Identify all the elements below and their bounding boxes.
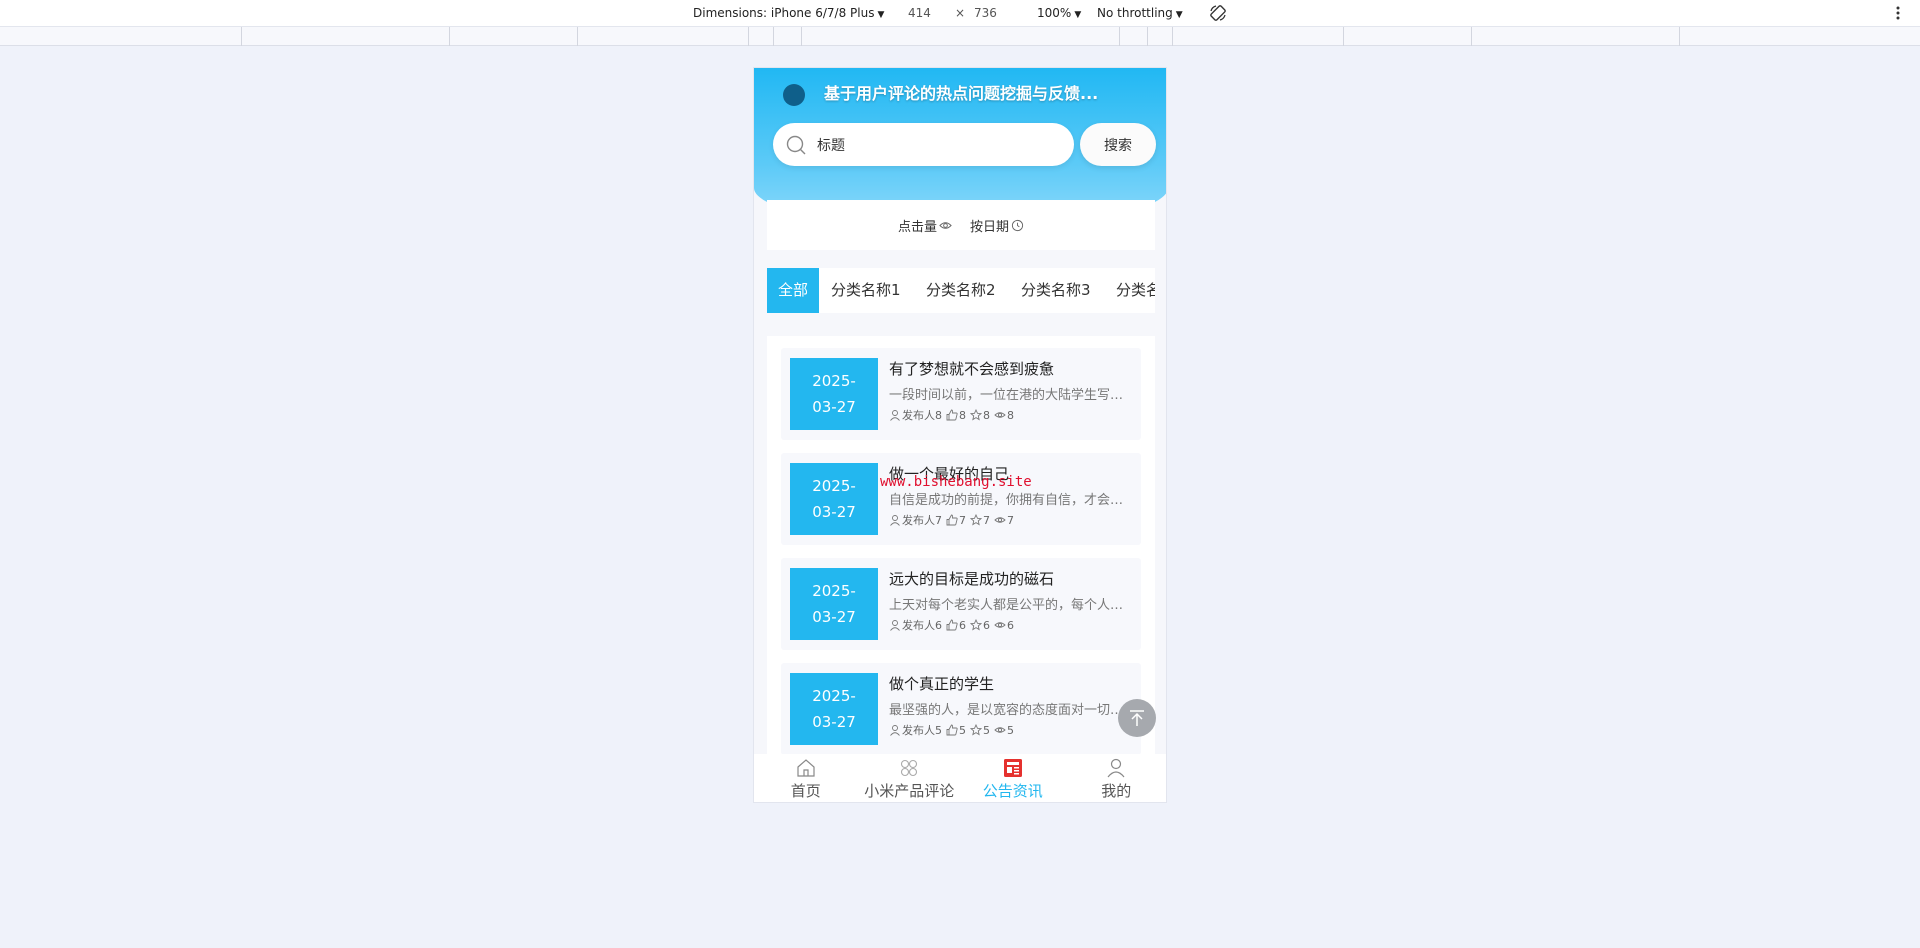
category-tab-1[interactable]: 分类名称1 bbox=[820, 268, 912, 313]
star-icon bbox=[970, 409, 982, 421]
ruler-tick bbox=[1343, 27, 1344, 46]
star-icon bbox=[970, 514, 982, 526]
throttling-select[interactable]: No throttling ▼ bbox=[1097, 6, 1183, 20]
news-meta: 发布人5 5 5 5 bbox=[889, 722, 1014, 738]
eye-icon bbox=[994, 727, 1006, 733]
news-meta: 发布人6 6 6 6 bbox=[889, 617, 1014, 633]
back-to-top-button[interactable] bbox=[1118, 699, 1156, 737]
times-sign: × bbox=[955, 6, 966, 20]
ruler-tick bbox=[748, 27, 749, 46]
eye-icon bbox=[939, 221, 952, 229]
sort-bar: 点击量 按日期 bbox=[767, 200, 1155, 250]
ruler-tick bbox=[801, 27, 802, 46]
page-title: 基于用户评论的热点问题挖掘与反馈... bbox=[824, 84, 1099, 103]
search-button[interactable]: 搜索 bbox=[1080, 123, 1156, 166]
chevron-down-icon: ▼ bbox=[1175, 10, 1183, 20]
bottom-tab-bar: 首页 小米产品评论 公告资讯 我的 bbox=[754, 754, 1167, 802]
star-icon bbox=[970, 724, 982, 736]
watermark-text: www.bishebang.site bbox=[880, 474, 1032, 490]
news-summary: 自信是成功的前提，你拥有自信，才会有成功 bbox=[889, 493, 1129, 508]
ruler-tick bbox=[1147, 27, 1148, 46]
news-card[interactable]: 2025- 03-27 做个真正的学生 最坚强的人，是以宽容的态度面对一切的人 … bbox=[781, 663, 1141, 755]
news-title: 远大的目标是成功的磁石 bbox=[889, 570, 1055, 588]
eye-icon bbox=[994, 622, 1006, 628]
ruler-tick bbox=[241, 27, 242, 46]
tab-home[interactable]: 首页 bbox=[754, 754, 858, 802]
news-date: 2025- 03-27 bbox=[790, 358, 878, 430]
category-tab-all[interactable]: 全部 bbox=[767, 268, 820, 313]
chevron-down-icon: ▼ bbox=[877, 10, 885, 20]
thumbs-up-icon bbox=[946, 514, 958, 526]
sort-by-clicks[interactable]: 点击量 bbox=[898, 216, 952, 235]
ruler-tick bbox=[449, 27, 450, 46]
news-title: 有了梦想就不会感到疲惫 bbox=[889, 360, 1055, 378]
more-options-icon[interactable] bbox=[1893, 3, 1903, 23]
news-date: 2025- 03-27 bbox=[790, 568, 878, 640]
ruler-tick bbox=[1172, 27, 1173, 46]
news-summary: 一段时间以前，一位在港的大陆学生写给我一封信 bbox=[889, 388, 1129, 403]
category-tab-3[interactable]: 分类名称3 bbox=[1010, 268, 1102, 313]
news-summary: 上天对每个老实人都是公平的，每个人都有机会 bbox=[889, 598, 1129, 613]
thumbs-up-icon bbox=[946, 724, 958, 736]
news-card[interactable]: 2025- 03-27 远大的目标是成功的磁石 上天对每个老实人都是公平的，每个… bbox=[781, 558, 1141, 650]
user-icon bbox=[890, 725, 900, 736]
news-meta: 发布人8 8 8 8 bbox=[889, 407, 1014, 423]
devtools-device-toolbar: Dimensions: iPhone 6/7/8 Plus ▼ 414 × 736… bbox=[0, 0, 1920, 27]
category-tab-4[interactable]: 分类名称4 bbox=[1105, 268, 1155, 313]
ruler-tick bbox=[1679, 27, 1680, 46]
thumbs-up-icon bbox=[946, 619, 958, 631]
tab-mine[interactable]: 我的 bbox=[1065, 754, 1167, 802]
user-icon bbox=[890, 410, 900, 421]
category-tabs: 全部 分类名称1 分类名称2 分类名称3 分类名称4 bbox=[767, 268, 1155, 313]
zoom-select[interactable]: 100% ▼ bbox=[1037, 6, 1081, 20]
ruler-tick bbox=[1471, 27, 1472, 46]
thumbs-up-icon bbox=[946, 409, 958, 421]
sort-by-date[interactable]: 按日期 bbox=[970, 216, 1024, 235]
news-list: 2025- 03-27 有了梦想就不会感到疲惫 一段时间以前，一位在港的大陆学生… bbox=[767, 336, 1155, 756]
news-card[interactable]: 2025- 03-27 有了梦想就不会感到疲惫 一段时间以前，一位在港的大陆学生… bbox=[781, 348, 1141, 440]
news-card[interactable]: 2025- 03-27 做一个最好的自己 自信是成功的前提，你拥有自信，才会有成… bbox=[781, 453, 1141, 545]
category-tab-2[interactable]: 分类名称2 bbox=[915, 268, 1007, 313]
ruler-tick bbox=[773, 27, 774, 46]
news-date: 2025- 03-27 bbox=[790, 673, 878, 745]
news-meta: 发布人7 7 7 7 bbox=[889, 512, 1014, 528]
search-box[interactable] bbox=[773, 123, 1074, 166]
media-query-ruler bbox=[0, 27, 1920, 46]
eye-icon bbox=[994, 517, 1006, 523]
device-height-input[interactable]: 736 bbox=[974, 6, 997, 20]
news-title: 做个真正的学生 bbox=[889, 675, 995, 693]
search-input[interactable] bbox=[817, 131, 1057, 158]
device-dimensions-select[interactable]: Dimensions: iPhone 6/7/8 Plus ▼ bbox=[693, 6, 884, 20]
star-icon bbox=[970, 619, 982, 631]
clock-icon bbox=[1011, 219, 1024, 231]
rotate-icon[interactable] bbox=[1208, 3, 1228, 23]
news-icon bbox=[1003, 759, 1022, 777]
phone-viewport: 基于用户评论的热点问题挖掘与反馈... 搜索 点击量 按日期 全部 分类名称1 bbox=[753, 67, 1167, 803]
grid-icon bbox=[901, 759, 918, 777]
home-icon bbox=[797, 759, 815, 777]
chevron-down-icon: ▼ bbox=[1074, 10, 1082, 20]
tab-product-reviews[interactable]: 小米产品评论 bbox=[858, 754, 962, 802]
logo-dot bbox=[783, 84, 805, 106]
news-date: 2025- 03-27 bbox=[790, 463, 878, 535]
arrow-up-icon bbox=[1130, 710, 1144, 726]
device-width-input[interactable]: 414 bbox=[908, 6, 931, 20]
user-icon bbox=[1107, 758, 1125, 778]
user-icon bbox=[890, 620, 900, 631]
ruler-tick bbox=[577, 27, 578, 46]
news-summary: 最坚强的人，是以宽容的态度面对一切的人 bbox=[889, 703, 1129, 718]
eye-icon bbox=[994, 412, 1006, 418]
ruler-tick bbox=[1119, 27, 1120, 46]
search-icon bbox=[786, 135, 806, 155]
tab-announcements[interactable]: 公告资讯 bbox=[961, 754, 1065, 802]
user-icon bbox=[890, 515, 900, 526]
